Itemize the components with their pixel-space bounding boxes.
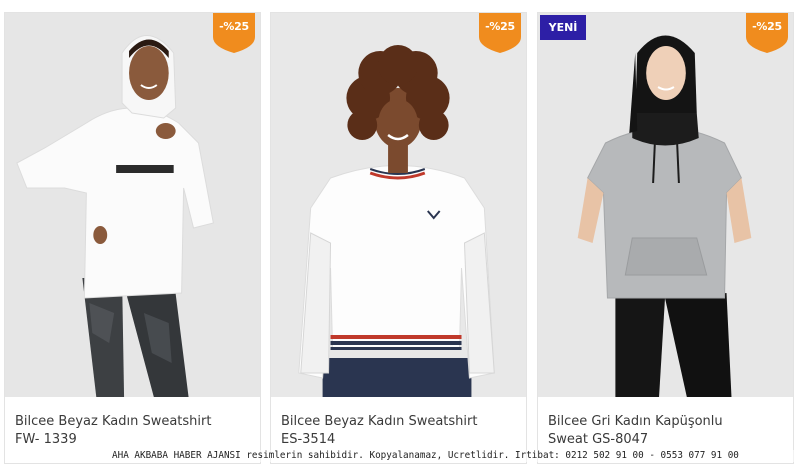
product-title[interactable]: Bilcee Gri Kadın Kapüşonlu Sweat GS-8047 <box>548 413 788 449</box>
discount-badge: -%25 <box>479 13 521 53</box>
discount-badge: -%25 <box>213 13 255 53</box>
product-image[interactable] <box>5 13 260 397</box>
product-card[interactable]: -%25 Bilcee Beyaz Kadın Sweatshirt ES-35… <box>270 12 527 464</box>
product-title-line2[interactable]: Sweat GS-8047 <box>548 431 788 449</box>
discount-badge: -%25 <box>746 13 788 53</box>
product-card[interactable]: YENİ -%25 Bilcee Gri Kadın Kapüşonlu Swe… <box>537 12 794 464</box>
product-title-line2[interactable]: ES-3514 <box>281 431 521 449</box>
product-title[interactable]: Bilcee Beyaz Kadın Sweatshirt ES-3514 <box>281 413 521 449</box>
product-grid: -%25 Bilcee Beyaz Kadın Sweatshirt FW- 1… <box>0 0 800 471</box>
product-card[interactable]: -%25 Bilcee Beyaz Kadın Sweatshirt FW- 1… <box>4 12 261 464</box>
watermark-text: AHA AKBABA HABER AJANSI resimlerin sahib… <box>112 450 796 462</box>
new-badge: YENİ <box>540 15 586 40</box>
product-title-line1[interactable]: Bilcee Beyaz Kadın Sweatshirt <box>15 413 255 431</box>
product-title[interactable]: Bilcee Beyaz Kadın Sweatshirt FW- 1339 <box>15 413 255 449</box>
discount-label: -%25 <box>485 20 515 33</box>
product-image[interactable] <box>538 13 793 397</box>
discount-label: -%25 <box>219 20 249 33</box>
product-title-line2[interactable]: FW- 1339 <box>15 431 255 449</box>
product-image[interactable] <box>271 13 526 397</box>
product-title-line1[interactable]: Bilcee Gri Kadın Kapüşonlu <box>548 413 788 431</box>
product-title-line1[interactable]: Bilcee Beyaz Kadın Sweatshirt <box>281 413 521 431</box>
discount-label: -%25 <box>752 20 782 33</box>
